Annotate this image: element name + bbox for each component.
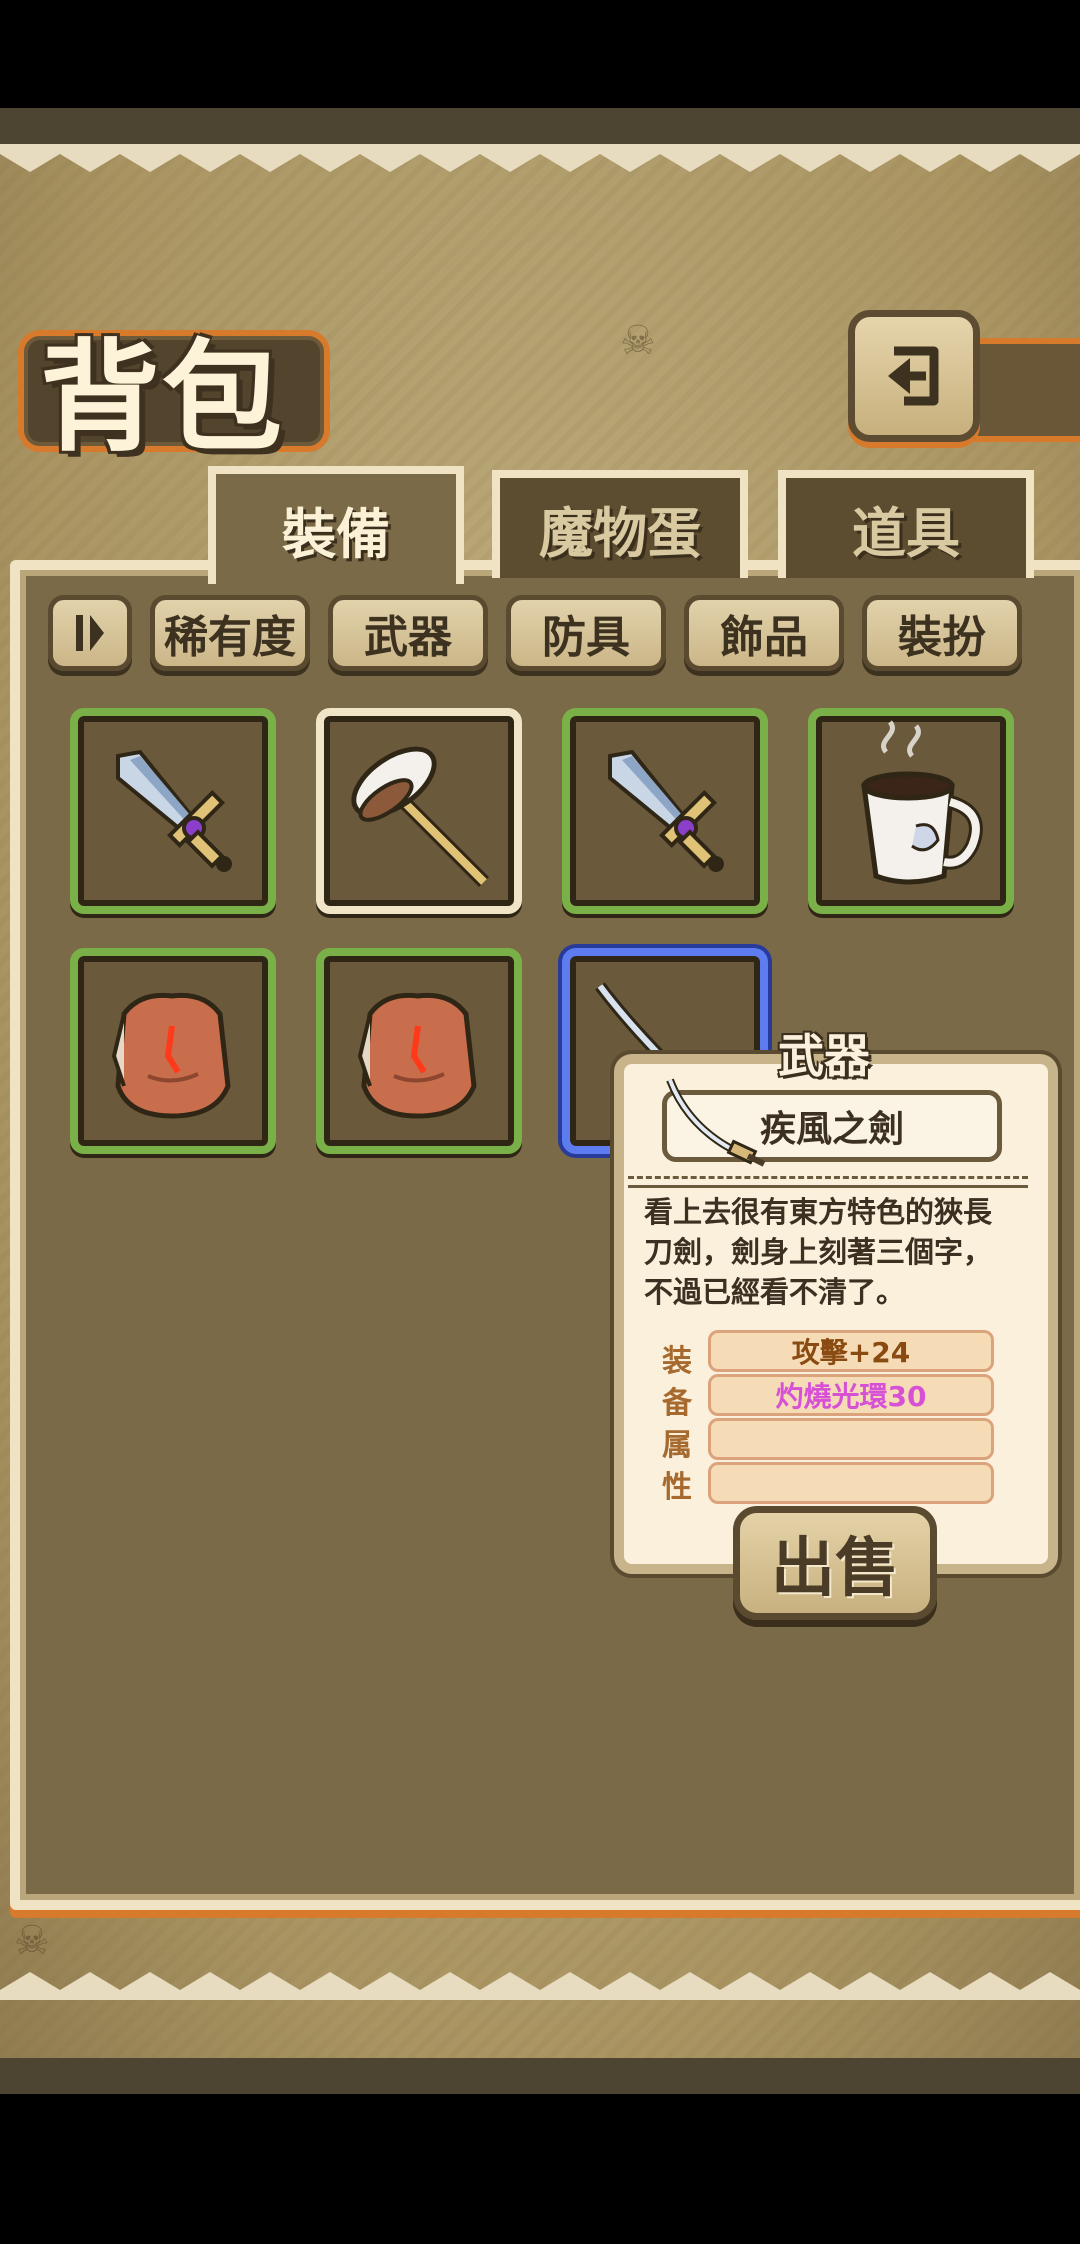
attribute-row: 攻擊+24: [708, 1330, 994, 1372]
tab-label: 裝備: [282, 502, 390, 566]
katana-icon: [666, 1078, 766, 1167]
item-slot-hammer[interactable]: [316, 708, 522, 914]
attribute-label-char: 属: [662, 1428, 692, 1463]
return-arrow-icon: [888, 346, 939, 406]
filter-costume-button[interactable]: 裝扮: [862, 595, 1022, 671]
item-name-text: 疾風之劍: [759, 1109, 904, 1150]
attribute-label-char: 装: [662, 1344, 692, 1379]
filter-armor-button[interactable]: 防具: [506, 595, 666, 671]
item-slot-sword[interactable]: [562, 708, 768, 914]
attribute-row: 灼燒光環30: [708, 1374, 994, 1416]
attribute-label-char: 备: [662, 1386, 692, 1421]
item-slot-coffee-mug[interactable]: [808, 708, 1014, 914]
sell-button[interactable]: 出售: [733, 1506, 937, 1620]
item-slot-armor[interactable]: [316, 948, 522, 1154]
chest-armor-icon: [357, 992, 477, 1119]
coffee-mug-icon: [861, 720, 983, 885]
tooltip-description: 看上去很有東方特色的狹長刀劍，劍身上刻著三個字，不過已經看不清了。: [644, 1195, 993, 1309]
sword-icon: [608, 749, 724, 872]
item-slot-sword[interactable]: [70, 708, 276, 914]
attribute-row: [708, 1462, 994, 1504]
skull-map-icon: ☠: [14, 1918, 50, 1964]
tab-monster-eggs[interactable]: 魔物蛋: [492, 470, 748, 578]
tab-equipment[interactable]: 裝備: [208, 466, 464, 584]
bottom-zigzag-decoration: [0, 1972, 1080, 2000]
tab-items[interactable]: 道具: [778, 470, 1034, 578]
sort-toggle-icon: [76, 615, 104, 651]
hammer-icon: [351, 746, 489, 887]
attribute-row: [708, 1418, 994, 1460]
back-button[interactable]: [848, 310, 980, 442]
page-title: 背包: [40, 329, 284, 468]
skull-map-icon: ☠: [620, 318, 656, 364]
filter-weapon-button[interactable]: 武器: [328, 595, 488, 671]
attribute-label-char: 性: [662, 1470, 692, 1505]
chest-armor-icon: [111, 992, 231, 1119]
tooltip-divider: [628, 1176, 1028, 1188]
item-slot-armor[interactable]: [70, 948, 276, 1154]
tooltip-category: 武器: [778, 1029, 870, 1083]
filter-accessory-button[interactable]: 飾品: [684, 595, 844, 671]
filter-rarity-button[interactable]: 稀有度: [150, 595, 310, 671]
bottom-border-band: [0, 2058, 1080, 2094]
sort-toggle-button[interactable]: [48, 595, 132, 671]
top-zigzag-decoration: [0, 144, 1080, 172]
top-border-band: [0, 108, 1080, 144]
tab-label: 魔物蛋: [539, 501, 701, 565]
sword-icon: [116, 749, 232, 872]
tab-label: 道具: [852, 501, 960, 565]
